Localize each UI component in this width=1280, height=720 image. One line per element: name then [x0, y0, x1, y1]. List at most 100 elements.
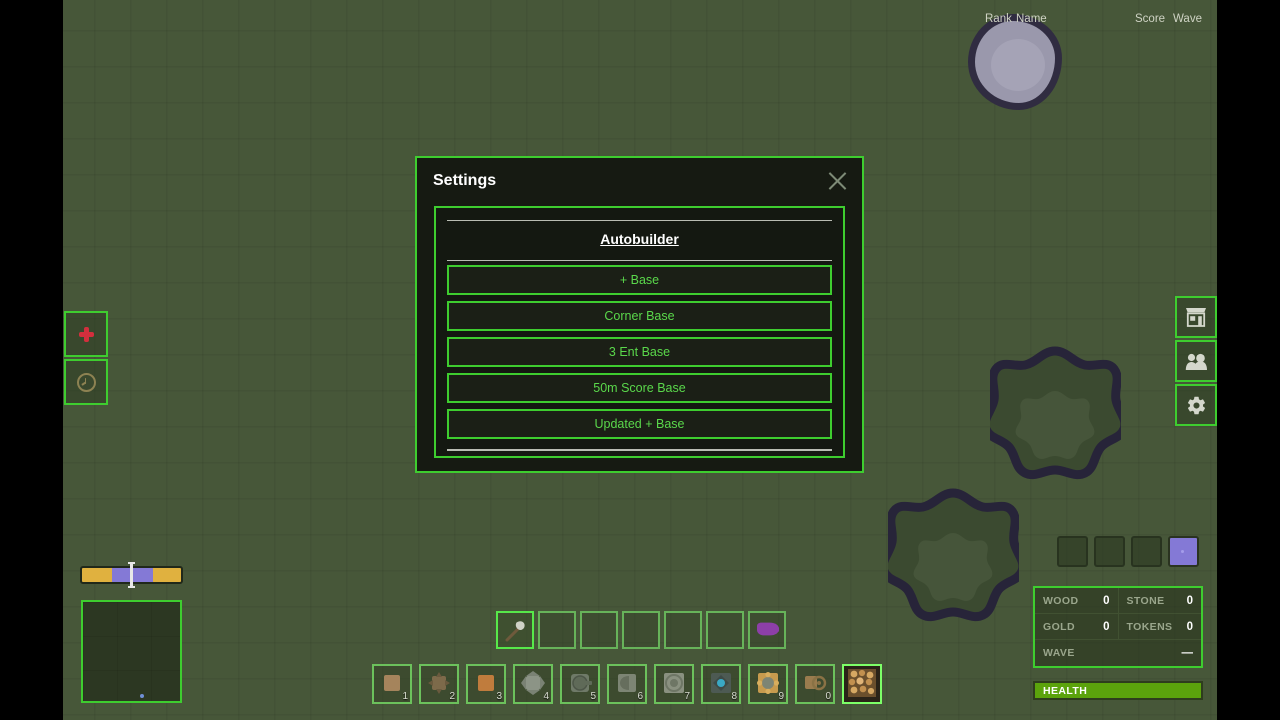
equip-slot-3[interactable] [1131, 536, 1162, 567]
weapon-slot-whistle[interactable] [748, 611, 786, 649]
build-slot-9[interactable]: 9 [748, 664, 788, 704]
left-button-column [64, 311, 108, 405]
autobuilder-button-3-ent-base[interactable]: 3 Ent Base [447, 337, 832, 367]
wood-wall-icon [384, 674, 400, 691]
resource-row: WOOD 0 STONE 0 [1035, 588, 1201, 614]
equip-slot-2[interactable] [1094, 536, 1125, 567]
build-slot-key: 5 [590, 691, 596, 702]
leaderboard-header: Rank Name Score Wave [985, 13, 1202, 31]
resource-row: GOLD 0 TOKENS 0 [1035, 614, 1201, 640]
resource-wood-value: 0 [1103, 594, 1110, 607]
health-bar: HEALTH [1033, 681, 1203, 700]
segment-bar-handle[interactable] [128, 562, 135, 588]
build-slot-key: 3 [496, 691, 502, 702]
resource-wood: WOOD 0 [1035, 588, 1119, 613]
build-slot-6[interactable]: 6 [607, 664, 647, 704]
equip-slot-4[interactable] [1168, 536, 1199, 567]
weapon-slot-empty[interactable] [706, 611, 744, 649]
weapon-slot-empty[interactable] [580, 611, 618, 649]
resource-wave-label: WAVE [1043, 647, 1075, 659]
timer-button[interactable] [64, 359, 108, 405]
autobuilder-button-corner-base[interactable]: Corner Base [447, 301, 832, 331]
stone-pile-icon [848, 668, 876, 697]
autobuilder-button-plus-base[interactable]: + Base [447, 265, 832, 295]
leaderboard-rank-header: Rank [985, 13, 1012, 25]
trap-icon [618, 673, 636, 692]
build-slot-key: 2 [449, 691, 455, 702]
settings-button[interactable] [1175, 384, 1217, 426]
resource-row: WAVE — [1035, 640, 1201, 666]
gear-icon [1187, 396, 1205, 414]
whistle-icon [757, 622, 779, 636]
leaderboard-score-header: Score [1135, 13, 1166, 25]
autobuilder-section-title: Autobuilder [600, 231, 679, 247]
weapon-slot-empty[interactable] [538, 611, 576, 649]
minimap-player-dot [140, 694, 144, 698]
party-button[interactable] [1175, 340, 1217, 382]
equipment-slots [1057, 536, 1199, 567]
health-bar-label: HEALTH [1043, 684, 1088, 697]
game-screen: Rank Name Score Wave 1 2 3 4 5 6 7 8 9 0… [0, 0, 1280, 720]
party-icon [1185, 353, 1207, 370]
equip-slot-1[interactable] [1057, 536, 1088, 567]
weapon-slot-empty[interactable] [664, 611, 702, 649]
weapon-hotbar [496, 611, 786, 649]
resource-stone: STONE 0 [1119, 588, 1202, 613]
spawn-pad-icon [664, 672, 684, 693]
resource-stone-value: 0 [1186, 594, 1193, 607]
segment-gold-right [153, 568, 181, 582]
build-slot-4[interactable]: 4 [513, 664, 553, 704]
wood-spike-icon [428, 671, 450, 694]
boost-pad-icon [805, 675, 827, 690]
build-slot-key: 7 [684, 691, 690, 702]
build-slot-key: 9 [778, 691, 784, 702]
resource-tokens: TOKENS 0 [1119, 614, 1202, 639]
build-slot-key: 1 [402, 691, 408, 702]
resource-gold: GOLD 0 [1035, 614, 1119, 639]
resource-tokens-value: 0 [1186, 620, 1193, 633]
resource-wave: WAVE — [1035, 640, 1201, 666]
segment-gold-left [82, 568, 112, 582]
build-slot-2[interactable]: 2 [419, 664, 459, 704]
letterbox-right [1217, 0, 1280, 720]
build-slot-key: 6 [637, 691, 643, 702]
build-slot-7[interactable]: 7 [654, 664, 694, 704]
autobuilder-button-50m-score[interactable]: 50m Score Base [447, 373, 832, 403]
store-icon [1186, 308, 1206, 327]
dialog-title: Settings [433, 172, 497, 189]
build-slot-8[interactable]: 8 [701, 664, 741, 704]
building-hotbar: 1 2 3 4 5 6 7 8 9 0 [372, 664, 882, 704]
build-slot-5[interactable]: 5 [560, 664, 600, 704]
autobuilder-button-updated-base[interactable]: Updated + Base [447, 409, 832, 439]
build-slot-0[interactable]: 0 [795, 664, 835, 704]
build-slot-stone-pile[interactable] [842, 664, 882, 704]
bush-obstacle [888, 481, 1019, 624]
gold-mine-icon [757, 671, 779, 694]
autobuilder-panel: Autobuilder + Base Corner Base 3 Ent Bas… [434, 206, 845, 458]
weapon-slot-hammer[interactable] [496, 611, 534, 649]
build-slot-3[interactable]: 3 [466, 664, 506, 704]
resource-tokens-label: TOKENS [1126, 620, 1173, 633]
divider-bottom [447, 449, 832, 451]
heal-button[interactable] [64, 311, 108, 357]
weapon-slot-empty[interactable] [622, 611, 660, 649]
resource-gold-label: GOLD [1043, 620, 1075, 633]
right-button-column [1175, 296, 1217, 426]
resource-stone-label: STONE [1126, 594, 1165, 607]
build-slot-1[interactable]: 1 [372, 664, 412, 704]
resource-gold-value: 0 [1103, 620, 1110, 633]
minimap[interactable] [81, 600, 182, 703]
letterbox-left [0, 0, 63, 720]
build-slot-key: 8 [731, 691, 737, 702]
clock-icon [76, 372, 96, 392]
health-bar-fill: HEALTH [1035, 683, 1201, 698]
resource-wave-value: — [1181, 647, 1194, 659]
store-button[interactable] [1175, 296, 1217, 338]
leaderboard-name-header: Name [1016, 13, 1047, 25]
close-icon[interactable] [824, 168, 850, 194]
build-slot-key: 0 [825, 691, 831, 702]
leaderboard-wave-header: Wave [1173, 13, 1202, 25]
teleporter-icon [711, 672, 731, 693]
build-slot-key: 4 [543, 691, 549, 702]
divider-under-title [447, 260, 832, 261]
